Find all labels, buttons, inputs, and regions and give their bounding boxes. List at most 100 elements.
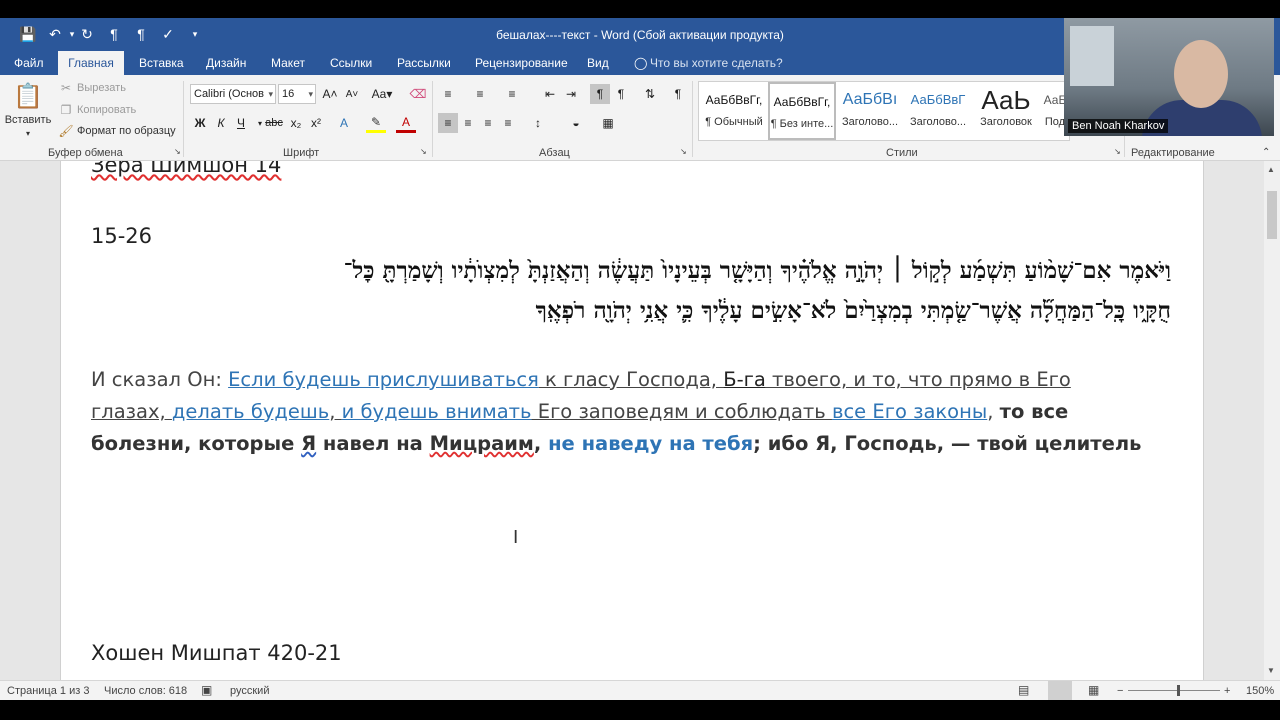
text-effects-icon[interactable]: A <box>334 113 354 133</box>
increase-indent-icon[interactable]: ⇥ <box>561 84 581 104</box>
font-size-combo[interactable]: 16 ▾ <box>278 84 316 104</box>
paragraph-group-label: Абзац <box>539 147 570 159</box>
sort-icon[interactable]: ⇅ <box>640 84 660 104</box>
zoom-in-icon[interactable]: + <box>1224 685 1230 697</box>
text-run: делать будешь <box>171 400 330 423</box>
chevron-down-icon: ▾ <box>268 89 273 99</box>
justify-icon[interactable]: ≡ <box>498 113 518 133</box>
text-run: болезни, которые <box>91 432 302 455</box>
italic-button[interactable]: К <box>211 113 231 133</box>
decrease-indent-icon[interactable]: ⇤ <box>540 84 560 104</box>
show-marks-icon[interactable]: ¶ <box>668 84 688 104</box>
strikethrough-button[interactable]: abc <box>263 113 285 133</box>
russian-line-2: глазах, делать будешь, и будешь внимать … <box>91 396 1181 428</box>
zoom-level[interactable]: 150% <box>1246 685 1274 697</box>
language-indicator[interactable]: русский <box>230 685 269 697</box>
pilcrow-ltr-icon[interactable]: ¶ <box>104 24 124 44</box>
document-area: Зера Шимшон 14 15-26 וַיֹּאמֶר אִם־שָׁמ֨… <box>0 161 1280 680</box>
paintbrush-icon: 🖌 <box>58 124 74 138</box>
underline-button[interactable]: Ч <box>231 113 251 133</box>
line-spacing-icon[interactable]: ↕ <box>528 113 548 133</box>
text-run: Б-га <box>723 368 766 391</box>
style-no-spacing[interactable]: АаБбВвГг, ¶ Без инте... <box>768 82 836 140</box>
grow-font-icon[interactable]: A˄ <box>320 84 340 104</box>
document-page[interactable]: Зера Шимшон 14 15-26 וַיֹּאמֶר אִם־שָׁמ֨… <box>60 161 1204 680</box>
bold-button[interactable]: Ж <box>190 113 210 133</box>
hebrew-line-1: וַיֹּאמֶר אִם־שָׁמ֨וֹעַ תִּשְׁמַ֜ע לְק֣ו… <box>343 257 1171 284</box>
word-count[interactable]: Число слов: 618 <box>104 685 187 697</box>
doc-line-bottom: Хошен Мишпат 420-21 <box>91 641 342 665</box>
text-run: твоего, и то, что прямо в Его <box>765 368 1071 391</box>
bullets-icon[interactable]: ≡ <box>438 84 458 104</box>
shrink-font-icon[interactable]: A˅ <box>342 84 362 104</box>
group-divider <box>432 81 433 157</box>
zoom-slider-thumb[interactable] <box>1177 685 1180 696</box>
paste-button[interactable]: 📋 Вставить ▾ <box>5 81 52 139</box>
tab-file[interactable]: Файл <box>6 51 52 75</box>
style-normal[interactable]: АаБбВвГг, ¶ Обычный <box>700 82 768 140</box>
tab-layout[interactable]: Макет <box>263 51 313 75</box>
style-heading-1[interactable]: АаБбВı Заголово... <box>836 82 904 140</box>
redo-icon[interactable]: ↻ <box>77 24 97 44</box>
spellcheck-icon[interactable]: ✓ <box>158 24 178 44</box>
screen-border-top <box>0 0 1280 18</box>
tab-design[interactable]: Дизайн <box>198 51 254 75</box>
borders-icon[interactable]: ▦ <box>598 113 618 133</box>
clear-formatting-icon[interactable]: ⌫ <box>408 84 428 104</box>
style-heading-2[interactable]: АаБбВвГ Заголово... <box>904 82 972 140</box>
read-mode-icon[interactable]: ▤ <box>1018 683 1029 697</box>
tab-mailings[interactable]: Рассылки <box>389 51 459 75</box>
save-icon[interactable]: 💾 <box>18 24 38 44</box>
align-left-icon[interactable]: ≡ <box>438 113 458 133</box>
web-layout-icon[interactable]: ▦ <box>1088 683 1099 697</box>
multilevel-list-icon[interactable]: ≡ <box>502 84 522 104</box>
clipboard-launcher-icon[interactable]: ↘ <box>174 147 181 156</box>
zoom-out-icon[interactable]: − <box>1117 685 1123 697</box>
highlight-icon[interactable]: ✎ <box>366 113 386 133</box>
tab-references[interactable]: Ссылки <box>322 51 380 75</box>
page-count[interactable]: Страница 1 из 3 <box>7 685 89 697</box>
tab-view[interactable]: Вид <box>579 51 617 75</box>
styles-launcher-icon[interactable]: ↘ <box>1114 147 1121 156</box>
clipboard-group-label: Буфер обмена <box>48 147 123 159</box>
tab-review[interactable]: Рецензирование <box>467 51 576 75</box>
numbering-icon[interactable]: ≡ <box>470 84 490 104</box>
scroll-down-icon[interactable]: ▼ <box>1267 666 1275 675</box>
vertical-scrollbar[interactable]: ▲ ▼ <box>1264 161 1280 680</box>
tab-insert[interactable]: Вставка <box>131 51 192 75</box>
font-name-combo[interactable]: Calibri (Основ ▾ <box>190 84 276 104</box>
group-divider <box>692 81 693 157</box>
ltr-direction-icon[interactable]: ¶ <box>590 84 610 104</box>
group-divider <box>183 81 184 157</box>
font-group-label: Шрифт <box>283 147 320 159</box>
format-painter-button[interactable]: 🖌 Формат по образцу <box>58 123 175 139</box>
collapse-ribbon-icon[interactable]: ⌃ <box>1262 147 1270 158</box>
font-launcher-icon[interactable]: ↘ <box>420 147 427 156</box>
pilcrow-rtl-icon[interactable]: ¶ <box>131 24 151 44</box>
customize-toolbar-icon[interactable]: ▾ <box>185 24 205 44</box>
scroll-up-icon[interactable]: ▲ <box>1267 165 1275 174</box>
tab-home[interactable]: Главная <box>58 51 124 75</box>
copy-label: Копировать <box>77 104 137 116</box>
font-color-icon[interactable]: A <box>396 113 416 133</box>
editing-group-label: Редактирование <box>1131 147 1215 159</box>
style-title[interactable]: АаЬ Заголовок <box>972 82 1040 140</box>
tell-me-search[interactable]: Что вы хотите сделать? <box>642 51 791 75</box>
align-center-icon[interactable]: ≡ <box>458 113 478 133</box>
proofing-icon[interactable]: ▣ <box>201 683 212 697</box>
subscript-button[interactable]: x₂ <box>286 113 306 133</box>
copy-button[interactable]: ❐ Копировать <box>58 102 137 118</box>
shading-icon[interactable]: ◒ <box>566 113 586 133</box>
align-right-icon[interactable]: ≡ <box>478 113 498 133</box>
paragraph-launcher-icon[interactable]: ↘ <box>680 147 687 156</box>
superscript-button[interactable]: x² <box>306 113 326 133</box>
rtl-direction-icon[interactable]: ¶ <box>611 84 631 104</box>
print-layout-icon[interactable] <box>1048 681 1072 700</box>
chevron-down-icon: ▾ <box>308 89 313 99</box>
scroll-thumb[interactable] <box>1267 191 1277 239</box>
font-size-value: 16 <box>282 88 295 100</box>
change-case-icon[interactable]: Aa▾ <box>368 84 396 104</box>
zoom-slider[interactable] <box>1128 690 1220 691</box>
cut-button[interactable]: ✂ Вырезать <box>58 80 126 96</box>
text-run: Я <box>301 432 317 455</box>
